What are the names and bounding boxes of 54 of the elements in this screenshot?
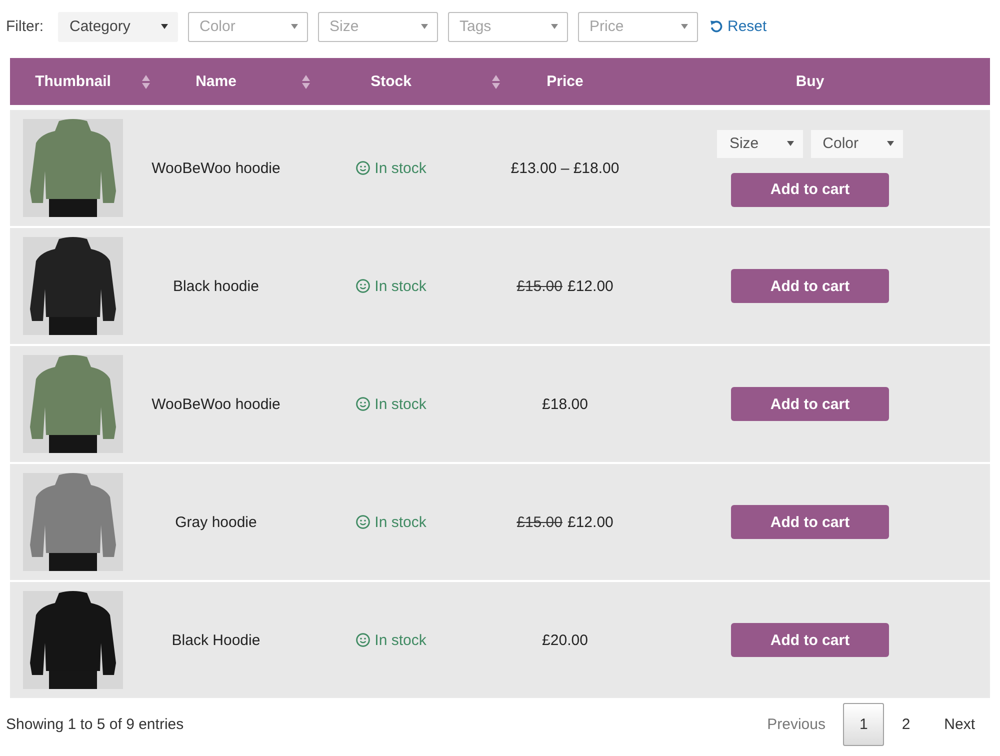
stock-status: In stock: [374, 160, 426, 176]
column-header[interactable]: Name: [196, 73, 236, 90]
column-header: Price: [546, 73, 584, 90]
caret-icon: [290, 24, 298, 29]
trousers-drawing: [49, 435, 97, 453]
add-to-cart-button[interactable]: Add to cart: [731, 269, 889, 303]
page-button[interactable]: 2: [886, 703, 926, 746]
reset-icon: [710, 20, 722, 33]
column-header: Buy: [796, 73, 824, 90]
smiley-icon: [356, 515, 370, 529]
page-button[interactable]: 1: [843, 703, 884, 746]
add-to-cart-button[interactable]: Add to cart: [731, 623, 889, 657]
smiley-icon: [356, 397, 370, 411]
filter-dropdown[interactable]: Category: [58, 12, 178, 42]
next-button[interactable]: Next: [928, 703, 991, 746]
filter-label: Filter:: [6, 18, 44, 35]
trousers-drawing: [49, 199, 97, 217]
product-name: WooBeWoo hoodie: [152, 160, 280, 176]
old-price: £15.00: [516, 514, 562, 530]
stock-status: In stock: [374, 514, 426, 530]
caret-icon: [680, 24, 688, 29]
trousers-drawing: [49, 553, 97, 571]
add-to-cart-button[interactable]: Add to cart: [731, 505, 889, 539]
add-to-cart-button[interactable]: Add to cart: [730, 172, 889, 206]
add-to-cart-button[interactable]: Add to cart: [731, 387, 889, 421]
caret-icon: [160, 24, 168, 29]
caret-icon: [420, 24, 428, 29]
product-name: Gray hoodie: [175, 514, 257, 530]
old-price: £15.00: [516, 278, 562, 294]
reset-link[interactable]: Reset: [710, 18, 767, 35]
price: £13.00 – £18.00: [510, 160, 620, 176]
option-dropdown[interactable]: Color: [810, 130, 903, 158]
smiley-icon: [356, 633, 370, 647]
entries-info: Showing 1 to 5 of 9 entries: [6, 716, 184, 733]
stock-status: In stock: [374, 396, 426, 412]
price: £18.00: [542, 396, 588, 412]
caret-icon: [550, 24, 558, 29]
option-dropdown[interactable]: Size: [717, 130, 803, 158]
smiley-icon: [356, 161, 370, 175]
price: £20.00: [542, 632, 588, 648]
caret-icon: [886, 141, 894, 146]
stock-status: In stock: [374, 632, 426, 648]
price: £12.00: [568, 514, 614, 530]
stock-status: In stock: [374, 278, 426, 294]
product-name: Black hoodie: [173, 278, 259, 294]
column-header[interactable]: Thumbnail: [35, 73, 111, 90]
column-header[interactable]: Stock: [370, 73, 412, 90]
trousers-drawing: [49, 317, 97, 335]
trousers-drawing: [49, 671, 97, 689]
smiley-icon: [356, 279, 370, 293]
product-name: Black Hoodie: [172, 632, 260, 648]
product-name: WooBeWoo hoodie: [152, 396, 280, 412]
caret-icon: [786, 141, 794, 146]
price: £12.00: [568, 278, 614, 294]
